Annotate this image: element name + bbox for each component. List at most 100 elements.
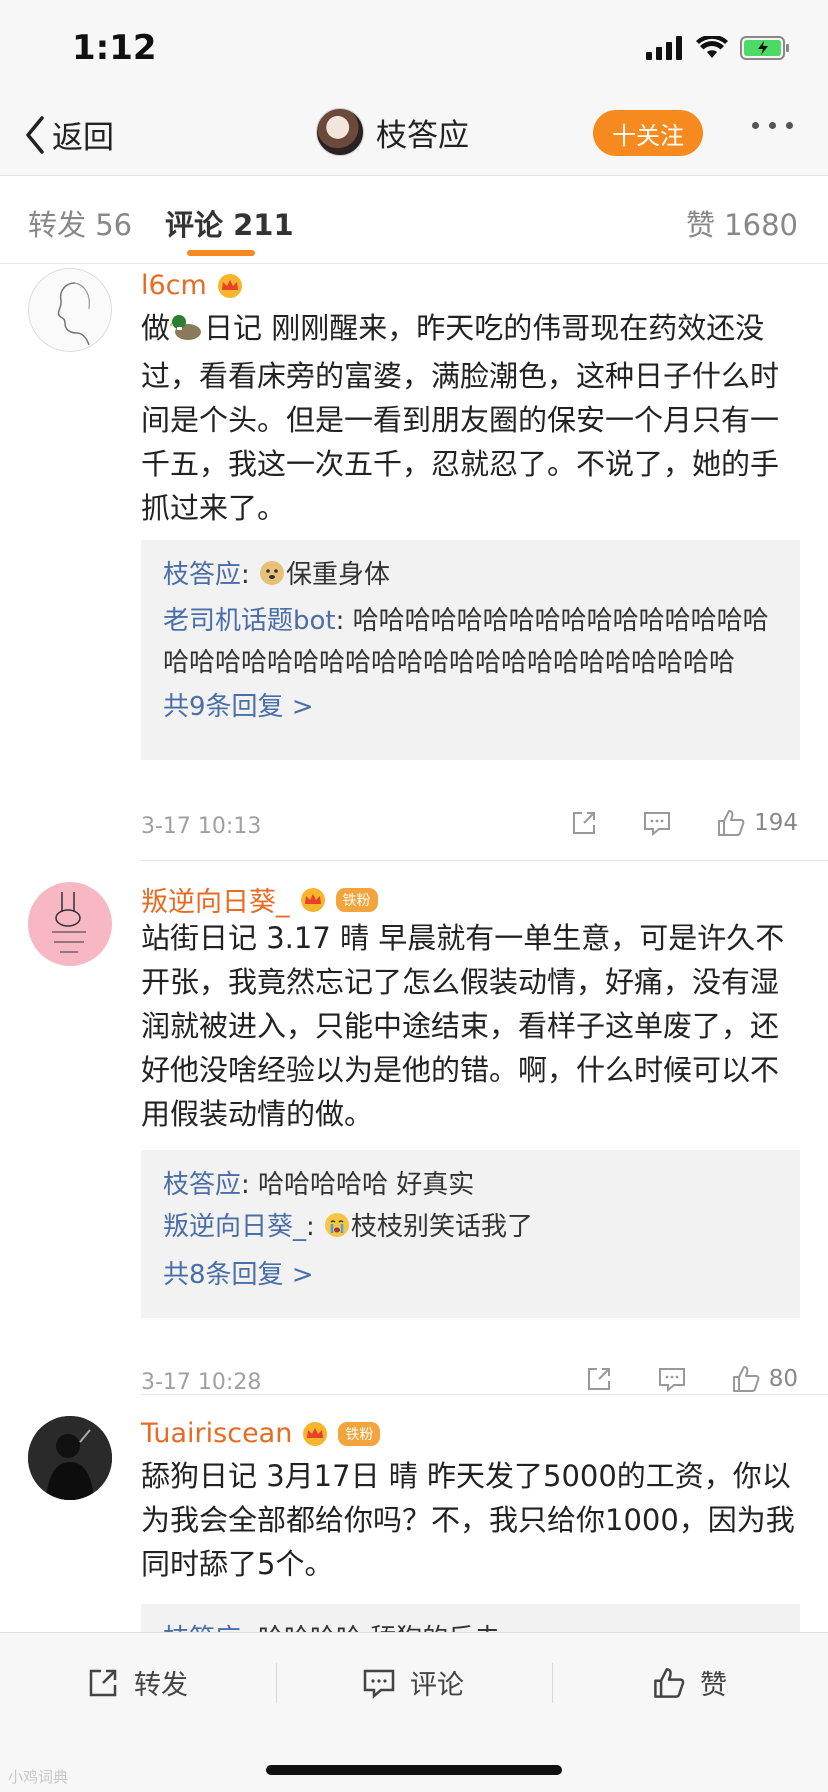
comment-icon bbox=[658, 1368, 685, 1393]
follow-button[interactable]: 十关注 bbox=[593, 110, 703, 156]
reply-author[interactable]: 老司机话题bot bbox=[163, 606, 336, 636]
crown-icon bbox=[217, 273, 242, 298]
comment-author[interactable]: l6cm bbox=[141, 270, 207, 301]
reply-box[interactable]: 枝答应: 保重身体 老司机话题bot: 哈哈哈哈哈哈哈哈哈哈哈哈哈哈哈哈哈哈哈哈… bbox=[141, 540, 800, 760]
doge-emoji-icon bbox=[258, 558, 286, 600]
comment-button[interactable]: 评论 bbox=[362, 1663, 464, 1702]
repost-comment-button[interactable] bbox=[585, 1365, 613, 1393]
reply-item[interactable]: 枝答应: 保重身体 bbox=[163, 554, 778, 600]
comment-actions: 194 bbox=[570, 808, 798, 838]
battery-icon bbox=[740, 36, 789, 60]
reply-text: 保重身体 bbox=[286, 560, 391, 590]
repost-comment-button[interactable] bbox=[570, 809, 598, 837]
reply-author[interactable]: 枝答应 bbox=[163, 1170, 241, 1200]
comment-text-body: 日记 刚刚醒来，昨天吃的伟哥现在药效还没过，看看床旁的富婆，满脸潮色，这种日子什… bbox=[141, 311, 780, 525]
wifi-icon bbox=[696, 36, 728, 58]
avatar[interactable] bbox=[316, 108, 364, 156]
reply-text: 哈哈哈哈哈 好真实 bbox=[258, 1170, 475, 1200]
avatar[interactable] bbox=[28, 268, 112, 352]
reply-item[interactable]: 枝答应: 哈哈哈哈哈 好真实 bbox=[163, 1164, 778, 1206]
reply-box[interactable]: 枝答应: 哈哈哈哈哈 好真实 叛逆向日葵_: 枝枝别笑话我了 共8条回复 > bbox=[141, 1150, 800, 1318]
avatar[interactable] bbox=[28, 882, 112, 966]
fan-badge: 铁粉 bbox=[335, 887, 378, 912]
dot-icon bbox=[752, 122, 759, 129]
home-indicator[interactable] bbox=[266, 1765, 562, 1775]
comment-icon bbox=[644, 812, 671, 837]
more-replies-link[interactable]: 共8条回复 > bbox=[163, 1254, 778, 1296]
repost-button[interactable]: 转发 bbox=[86, 1663, 188, 1702]
like-label: 赞 bbox=[700, 1670, 727, 1701]
reply-colon: : bbox=[335, 606, 353, 636]
duck-emoji-icon bbox=[168, 310, 204, 354]
back-button[interactable]: 返回 bbox=[24, 112, 114, 157]
nav-user[interactable]: 枝答应 bbox=[316, 108, 469, 156]
nav-bar: 返回 枝答应 十关注 bbox=[0, 100, 828, 176]
bunny-dont-touch-me-icon bbox=[52, 892, 86, 953]
share-icon bbox=[573, 812, 596, 834]
comment-text: 站街日记 3.17 晴 早晨就有一单生意，可是许久不开张，我竟然忘记了怎么假装动… bbox=[141, 921, 785, 1131]
repost-label: 转发 bbox=[134, 1670, 188, 1701]
like-count: 80 bbox=[768, 1366, 798, 1392]
comment-text-prefix: 做 bbox=[141, 311, 171, 345]
comment-text: 做日记 刚刚醒来，昨天吃的伟哥现在药效还没过，看看床旁的富婆，满脸潮色，这种日子… bbox=[141, 306, 801, 530]
crown-icon bbox=[303, 1421, 328, 1446]
dot-icon bbox=[769, 122, 776, 129]
tab-bar: 转发 56 评论 211 赞 1680 bbox=[0, 176, 828, 264]
comment-author[interactable]: Tuairiscean bbox=[141, 1418, 292, 1449]
reply-colon: : bbox=[241, 560, 259, 590]
comment-time: 3-17 10:13 bbox=[141, 814, 262, 839]
like-button[interactable]: 赞 bbox=[652, 1663, 727, 1702]
reply-comment-button[interactable] bbox=[657, 1365, 687, 1393]
back-label: 返回 bbox=[52, 120, 114, 156]
reply-text: 枝枝别笑话我了 bbox=[351, 1212, 534, 1242]
status-time: 1:12 bbox=[72, 28, 157, 68]
divider bbox=[276, 1663, 277, 1703]
crying-emoji-icon bbox=[323, 1210, 351, 1252]
comment-time: 3-17 10:28 bbox=[141, 1370, 262, 1395]
share-icon bbox=[89, 1669, 117, 1696]
crown-icon bbox=[300, 887, 325, 912]
signal-icon bbox=[646, 36, 682, 60]
status-bar: 1:12 bbox=[0, 0, 828, 100]
thumbs-up-icon bbox=[654, 1667, 685, 1698]
divider bbox=[141, 860, 828, 861]
reply-author[interactable]: 枝答应 bbox=[163, 560, 241, 590]
tab-indicator bbox=[187, 250, 255, 256]
reply-author[interactable]: 叛逆向日葵_ bbox=[163, 1212, 306, 1242]
comment-label: 评论 bbox=[410, 1670, 464, 1701]
status-icons bbox=[646, 36, 790, 60]
more-replies-link[interactable]: 共9条回复 > bbox=[163, 686, 778, 728]
comment-actions: 80 bbox=[585, 1364, 798, 1394]
chevron-left-icon bbox=[26, 115, 44, 154]
comment-author-row: 叛逆向日葵_ 铁粉 bbox=[141, 880, 378, 919]
like-comment-button[interactable]: 194 bbox=[716, 808, 798, 838]
more-options-button[interactable] bbox=[752, 122, 793, 129]
thumbs-up-icon bbox=[732, 1366, 760, 1392]
reply-colon: : bbox=[241, 1170, 259, 1200]
avatar-sketch-icon bbox=[57, 282, 90, 346]
tab-likes[interactable]: 赞 1680 bbox=[686, 202, 798, 244]
share-icon bbox=[587, 1368, 610, 1390]
reply-colon: : bbox=[306, 1212, 324, 1242]
comment-icon bbox=[363, 1669, 395, 1699]
bottom-action-bar: 转发 评论 赞 bbox=[0, 1632, 828, 1792]
tab-repost[interactable]: 转发 56 bbox=[28, 202, 132, 244]
avatar-silhouette-icon bbox=[28, 1416, 112, 1500]
reply-item[interactable]: 老司机话题bot: 哈哈哈哈哈哈哈哈哈哈哈哈哈哈哈哈哈哈哈哈哈哈哈哈哈哈哈哈哈哈… bbox=[163, 600, 778, 684]
comment-author[interactable]: 叛逆向日葵_ bbox=[141, 880, 290, 919]
watermark: 小鸡词典 bbox=[8, 1768, 69, 1786]
reply-item[interactable]: 叛逆向日葵_: 枝枝别笑话我了 bbox=[163, 1206, 778, 1252]
divider bbox=[141, 1394, 828, 1395]
comment-text: 舔狗日记 3月17日 晴 昨天发了5000的工资，你以为我会全部都给你吗？不，我… bbox=[141, 1459, 795, 1581]
comment-author-row: Tuairiscean 铁粉 bbox=[141, 1418, 381, 1449]
page-title: 枝答应 bbox=[376, 117, 469, 154]
thumbs-up-icon bbox=[718, 810, 745, 836]
fan-badge: 铁粉 bbox=[338, 1421, 381, 1446]
like-comment-button[interactable]: 80 bbox=[731, 1364, 798, 1394]
avatar[interactable] bbox=[28, 1416, 112, 1500]
tab-comments[interactable]: 评论 211 bbox=[165, 202, 294, 244]
like-count: 194 bbox=[754, 810, 798, 836]
comment-author-row: l6cm bbox=[141, 270, 245, 301]
reply-comment-button[interactable] bbox=[642, 809, 672, 837]
divider bbox=[552, 1663, 553, 1703]
